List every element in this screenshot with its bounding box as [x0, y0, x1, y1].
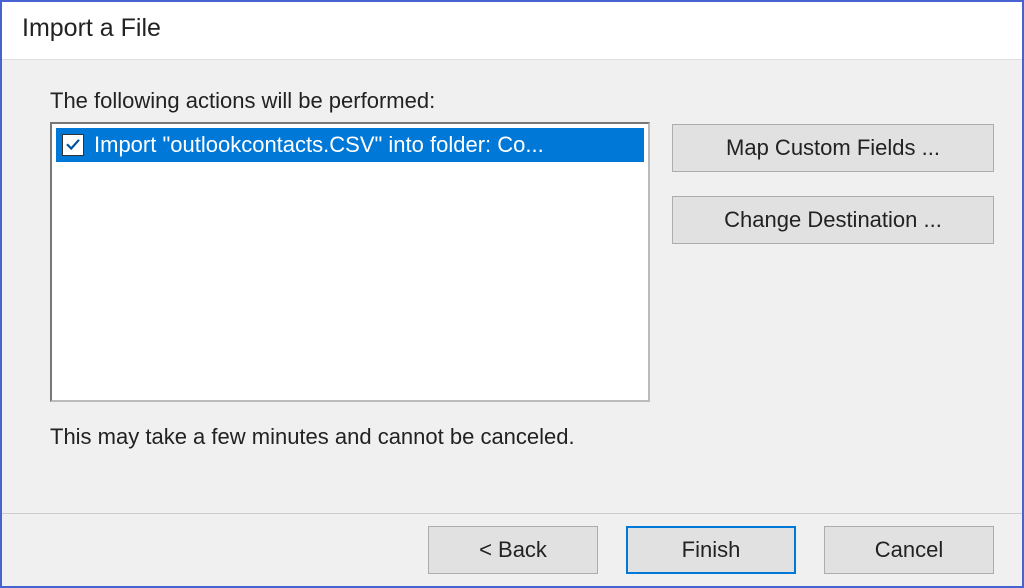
finish-button[interactable]: Finish: [626, 526, 796, 574]
dialog-content: The following actions will be performed:…: [2, 60, 1022, 513]
content-row: Import "outlookcontacts.CSV" into folder…: [50, 122, 994, 402]
dialog-footer: < Back Finish Cancel: [2, 513, 1022, 586]
actions-listbox[interactable]: Import "outlookcontacts.CSV" into folder…: [50, 122, 650, 402]
action-item-label: Import "outlookcontacts.CSV" into folder…: [94, 132, 544, 158]
back-button[interactable]: < Back: [428, 526, 598, 574]
duration-note: This may take a few minutes and cannot b…: [50, 424, 994, 450]
action-checkbox[interactable]: [62, 134, 84, 156]
change-destination-button[interactable]: Change Destination ...: [672, 196, 994, 244]
dialog-titlebar: Import a File: [2, 2, 1022, 60]
action-list-item[interactable]: Import "outlookcontacts.CSV" into folder…: [56, 128, 644, 162]
map-custom-fields-button[interactable]: Map Custom Fields ...: [672, 124, 994, 172]
side-buttons: Map Custom Fields ... Change Destination…: [672, 122, 994, 244]
import-file-dialog: Import a File The following actions will…: [0, 0, 1024, 588]
cancel-button[interactable]: Cancel: [824, 526, 994, 574]
dialog-title: Import a File: [22, 14, 1002, 43]
actions-label: The following actions will be performed:: [50, 88, 994, 114]
checkmark-icon: [66, 138, 80, 152]
